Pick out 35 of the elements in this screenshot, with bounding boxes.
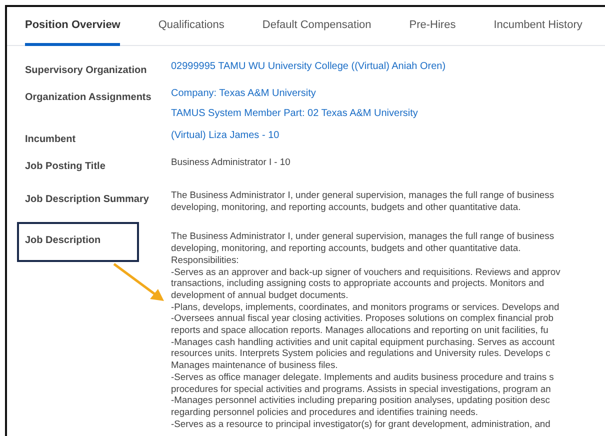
description-line: -Oversees annual fiscal year closing activities. Proposes solutions on complex financial prob: [171, 312, 554, 324]
description-line: The Business Administrator I, under general supervision, manages the full range of business: [171, 230, 556, 242]
description-line: Manages maintenance of business files.: [171, 359, 339, 371]
description-line: -Manages cash handling activities and unit capital equipment purchasing. Serves as account: [171, 336, 556, 348]
tab[interactable]: Pre-Hires: [409, 7, 456, 46]
link[interactable]: TAMUS System Member Part: 02 Texas A&M University: [171, 107, 605, 120]
link[interactable]: 02999995 TAMU WU University College ((Virtual) Aniah Oren): [171, 60, 605, 73]
link[interactable]: Company: Texas A&M University: [171, 87, 605, 100]
description-line: -Manages personnel activities including preparing position analyses, updating position desc: [171, 394, 551, 406]
description-line: -Plans, develops, implements, coordinates, and monitors programs or services. Develops and: [171, 300, 560, 312]
field-label: Incumbent: [25, 134, 76, 145]
description-line: -Serves as office manager delegate. Implements and audits business procedure and trains s: [171, 370, 555, 383]
description-line: developing, monitoring, and reporting accounts, budgets and other quantitative data.: [171, 200, 522, 212]
link[interactable]: (Virtual) Liza James - 10: [171, 129, 605, 142]
field-label: Job Description Summary: [25, 194, 149, 205]
description-line: resources units. Interprets System policies and regulations and University rules. Develops c: [171, 347, 552, 360]
description-line: regarding personnel policies and procedures and identifies training needs.: [171, 406, 479, 418]
description-line: -Serves as a resource to principal investigator(s) for grant development, administration, and: [171, 418, 552, 430]
description-line: transactions, including assigning costs to appropriate accounts and projects. Monitors and: [171, 277, 546, 289]
tab[interactable]: Incumbent History: [494, 7, 582, 46]
field-label: Organization Assignments: [25, 92, 152, 103]
tab[interactable]: Qualifications: [158, 7, 224, 46]
tab[interactable]: Position Overview: [25, 7, 120, 46]
field-label: Job Posting Title: [25, 161, 106, 172]
description-line: procedures for special activities and programs. Assists in special investigations, program an: [171, 382, 552, 394]
field-label: Supervisory Organization: [25, 65, 147, 76]
field-label: Job Description: [25, 235, 101, 246]
description-line: The Business Administrator I, under general supervision, manages the full range of business: [171, 189, 556, 201]
tab[interactable]: Default Compensation: [262, 7, 372, 46]
description-line: Business Administrator I - 10: [171, 156, 292, 168]
description-line: development of annual budget documents.: [171, 288, 350, 301]
description-line: Responsibilities:: [171, 254, 240, 266]
description-line: -Serves as an approver and back-up signer of vouchers and requisitions. Reviews and approv: [171, 266, 562, 278]
description-line: reports and space allocation reports. Manages allocations and reporting on unit facilities, fu: [171, 324, 550, 336]
description-line: developing, monitoring, and reporting accounts, budgets and other quantitative data.: [171, 242, 522, 254]
